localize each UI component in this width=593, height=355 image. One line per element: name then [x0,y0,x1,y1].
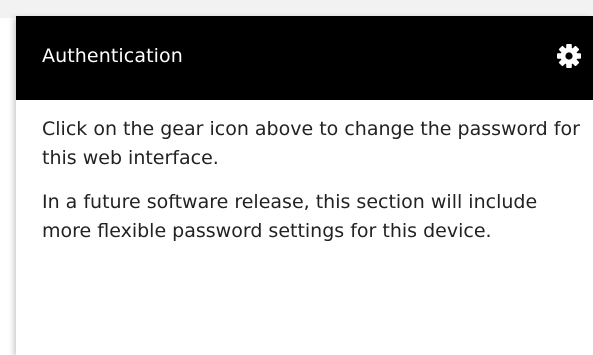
panel-body: Click on the gear icon above to change t… [42,115,582,261]
panel-header: Authentication [16,16,593,100]
gear-icon [556,43,582,69]
paragraph-future-release: In a future software release, this secti… [42,191,538,242]
authentication-panel: Authentication Click on the gear icon ab… [16,16,593,355]
settings-button[interactable] [549,36,589,76]
panel-title: Authentication [42,45,183,67]
paragraph-change-password: Click on the gear icon above to change t… [42,118,580,169]
